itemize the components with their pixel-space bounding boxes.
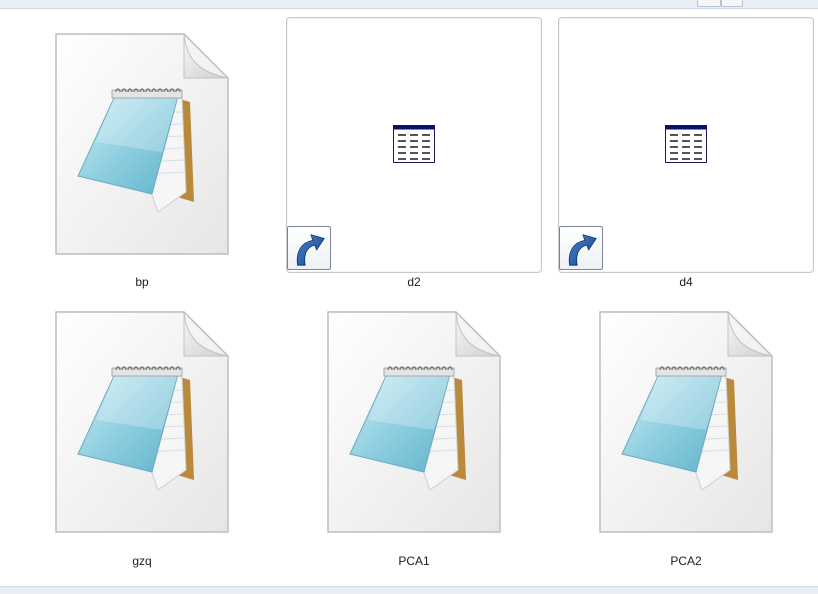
file-label: bp [135, 275, 149, 289]
file-item-d2[interactable]: d2 [286, 17, 542, 293]
table-icon [665, 125, 707, 163]
file-item-pca2[interactable]: PCA2 [572, 296, 800, 572]
file-label: d4 [679, 275, 693, 289]
file-item-bp[interactable]: bp [28, 18, 256, 293]
file-item-pca1[interactable]: PCA1 [300, 296, 528, 572]
shortcut-arrow-icon [287, 226, 331, 270]
shortcut-arrow-icon [559, 226, 603, 270]
file-label: gzq [132, 554, 152, 568]
window-top-bar [0, 0, 818, 9]
notepad-document-icon [54, 32, 230, 256]
file-label: PCA1 [398, 554, 430, 568]
toolbar-segment[interactable] [697, 0, 721, 7]
file-label: PCA2 [670, 554, 702, 568]
table-icon [393, 125, 435, 163]
notepad-document-icon [54, 310, 230, 534]
file-item-gzq[interactable]: gzq [28, 296, 256, 572]
notepad-document-icon [598, 310, 774, 534]
toolbar-segment[interactable] [721, 0, 743, 7]
file-label: d2 [407, 275, 421, 289]
notepad-document-icon [326, 310, 502, 534]
file-item-d4[interactable]: d4 [558, 17, 814, 293]
